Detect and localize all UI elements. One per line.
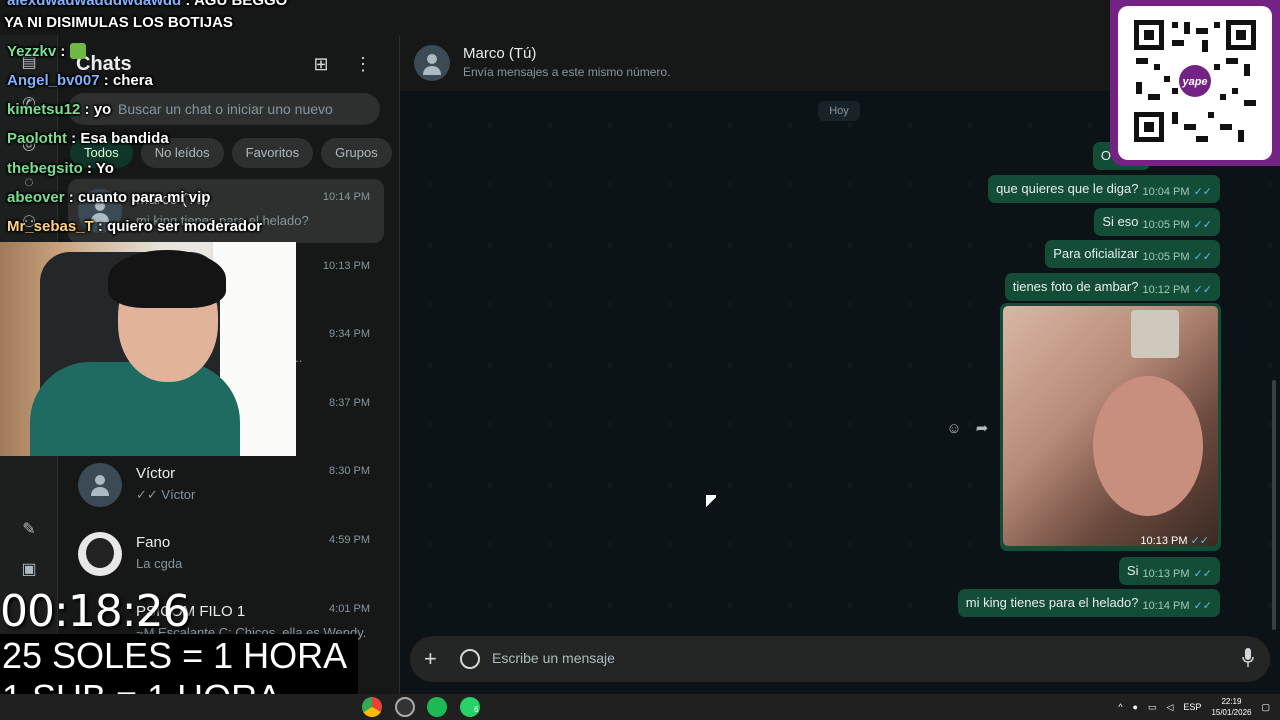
- message-time: 10:13 PM: [1142, 568, 1190, 580]
- stream-chat-line: YA NI DISIMULAS LOS BOTIJAS: [4, 14, 233, 31]
- attach-plus-icon[interactable]: +: [424, 648, 437, 670]
- message-bubble[interactable]: tienes foto de ambar? 10:12 PM ✓✓: [1004, 273, 1220, 301]
- read-ticks-icon: ✓✓: [1193, 219, 1212, 231]
- chat-preview: La cgda: [136, 556, 183, 571]
- read-ticks-icon: ✓✓: [1190, 535, 1209, 547]
- avatar: [78, 463, 122, 507]
- chat-name: Fano: [136, 534, 171, 551]
- message-time: 10:05 PM: [1142, 219, 1190, 231]
- chat-time: 8:37 PM: [329, 397, 370, 409]
- read-ticks-icon: ✓✓: [1193, 251, 1212, 263]
- chat-name: Víctor: [136, 465, 176, 482]
- language-indicator[interactable]: ESP: [1183, 702, 1201, 712]
- stream-chat-overlay: alexdwadwadddwdawdd : AGU BEGGO YA NI DI…: [0, 0, 400, 240]
- message-bubble[interactable]: que quieres que le diga? 10:04 PM ✓✓: [988, 175, 1220, 203]
- stream-chat-line: Paolotht : Esa bandida: [7, 130, 169, 147]
- chevron-up-icon[interactable]: ^: [1118, 702, 1122, 712]
- message-time: 10:13 PM ✓✓: [1140, 535, 1209, 547]
- person-icon: [423, 54, 441, 75]
- contact-subtitle: Envía mensajes a este mismo número.: [463, 65, 671, 79]
- system-tray: ^ ● ▭ ◁ ESP 22:19 15/01/2026 ▢: [1118, 694, 1270, 720]
- spotify-icon[interactable]: [427, 697, 447, 717]
- chat-time: 9:34 PM: [329, 328, 370, 340]
- day-divider: Hoy: [818, 101, 860, 121]
- photo-sticker: [1131, 310, 1179, 358]
- promo-banner-1: 25 SOLES = 1 HORA: [0, 634, 358, 678]
- read-ticks-icon: ✓✓: [1193, 186, 1212, 198]
- webcam-hair: [108, 250, 226, 308]
- qr-code: yape: [1118, 6, 1272, 160]
- person-icon: [91, 475, 109, 496]
- read-ticks-icon: ✓✓: [1193, 600, 1212, 612]
- mic-tray-icon[interactable]: ●: [1133, 702, 1138, 712]
- message-bubble[interactable]: Si 10:13 PM ✓✓: [1118, 557, 1220, 585]
- message-text: Para oficializar: [1053, 246, 1139, 261]
- chat-time: 4:01 PM: [329, 603, 370, 615]
- forward-icon[interactable]: ➦: [972, 419, 992, 439]
- chat-preview: ✓✓ Víctor: [136, 487, 196, 502]
- anime-avatar-image: [86, 538, 114, 568]
- stream-chat-line: Mr_sebas_T : quiero ser moderador: [7, 218, 263, 235]
- stream-timer: 00:18:26: [0, 586, 191, 637]
- whatsapp-icon[interactable]: 6: [460, 697, 480, 717]
- qr-code-icon: yape: [1134, 20, 1256, 142]
- message-bubble[interactable]: Para oficializar 10:05 PM ✓✓: [1045, 240, 1220, 268]
- message-text: Si eso: [1102, 214, 1139, 229]
- message-bubble[interactable]: mi king tienes para el helado? 10:14 PM …: [957, 589, 1220, 617]
- stream-chat-line: thebegsito : Yo: [7, 160, 114, 177]
- clock[interactable]: 22:19 15/01/2026: [1211, 696, 1251, 718]
- scrollbar[interactable]: [1272, 380, 1276, 630]
- avatar: [78, 532, 122, 576]
- stream-chat-line: Yezzkv :: [7, 43, 86, 60]
- stream-chat-line: Angel_bv007 : chera: [7, 72, 153, 89]
- mic-icon[interactable]: [1242, 648, 1254, 668]
- stream-chat-line: alexdwadwadddwdawdd : AGU BEGGO: [7, 0, 288, 9]
- photo-image[interactable]: [1003, 306, 1218, 546]
- message-time: 10:05 PM: [1142, 251, 1190, 263]
- taskbar: 6 ^ ● ▭ ◁ ESP 22:19 15/01/2026 ▢: [0, 694, 1280, 720]
- chat-time: 8:30 PM: [329, 465, 370, 477]
- notifications-icon[interactable]: ▢: [1261, 702, 1270, 713]
- webcam-shirt: [30, 362, 240, 456]
- network-icon[interactable]: ▭: [1148, 702, 1157, 713]
- mouse-cursor-icon: [706, 495, 716, 509]
- stream-chat-line: abeover : cuanto para mi vip: [7, 189, 211, 206]
- stream-chat-line: kimetsu12 : yo: [7, 101, 112, 118]
- chat-row[interactable]: Fano La cgda 4:59 PM: [68, 522, 384, 586]
- chat-time: 4:59 PM: [329, 534, 370, 546]
- edit-icon[interactable]: ✎: [19, 520, 39, 540]
- contact-name: Marco (Tú): [463, 45, 537, 62]
- message-bubble[interactable]: Si eso 10:05 PM ✓✓: [1094, 208, 1220, 236]
- emoji-react-icon[interactable]: ☺: [944, 419, 964, 439]
- avatar[interactable]: [414, 45, 450, 81]
- sticker-icon[interactable]: [460, 649, 480, 669]
- volume-icon[interactable]: ◁: [1167, 702, 1174, 713]
- message-time: 10:12 PM: [1142, 284, 1190, 296]
- message-text: Si: [1126, 563, 1139, 578]
- message-composer: + Escribe un mensaje: [410, 636, 1270, 682]
- yape-qr-overlay: yape: [1110, 0, 1280, 166]
- read-ticks-icon: ✓✓: [1193, 568, 1212, 580]
- photo-subject: [1093, 376, 1203, 516]
- webcam-overlay: [0, 242, 296, 456]
- emote-icon: [69, 43, 86, 59]
- media-icon[interactable]: ▣: [19, 560, 39, 580]
- obs-icon[interactable]: [395, 697, 415, 717]
- message-time: 10:04 PM: [1142, 186, 1190, 198]
- message-text: mi king tienes para el helado?: [965, 595, 1139, 610]
- message-text: que quieres que le diga?: [996, 181, 1139, 196]
- photo-message[interactable]: 10:13 PM ✓✓: [1000, 303, 1221, 551]
- message-input[interactable]: Escribe un mensaje: [492, 650, 615, 666]
- yape-logo-text: yape: [1181, 76, 1207, 88]
- message-time: 10:14 PM: [1142, 600, 1190, 612]
- read-ticks-icon: ✓✓: [1193, 284, 1212, 296]
- message-text: tienes foto de ambar?: [1012, 279, 1139, 294]
- notification-badge: 6: [474, 705, 479, 714]
- chat-time: 10:13 PM: [322, 260, 370, 272]
- chat-row[interactable]: Víctor ✓✓ Víctor 8:30 PM: [68, 453, 384, 517]
- chrome-icon[interactable]: [362, 697, 382, 717]
